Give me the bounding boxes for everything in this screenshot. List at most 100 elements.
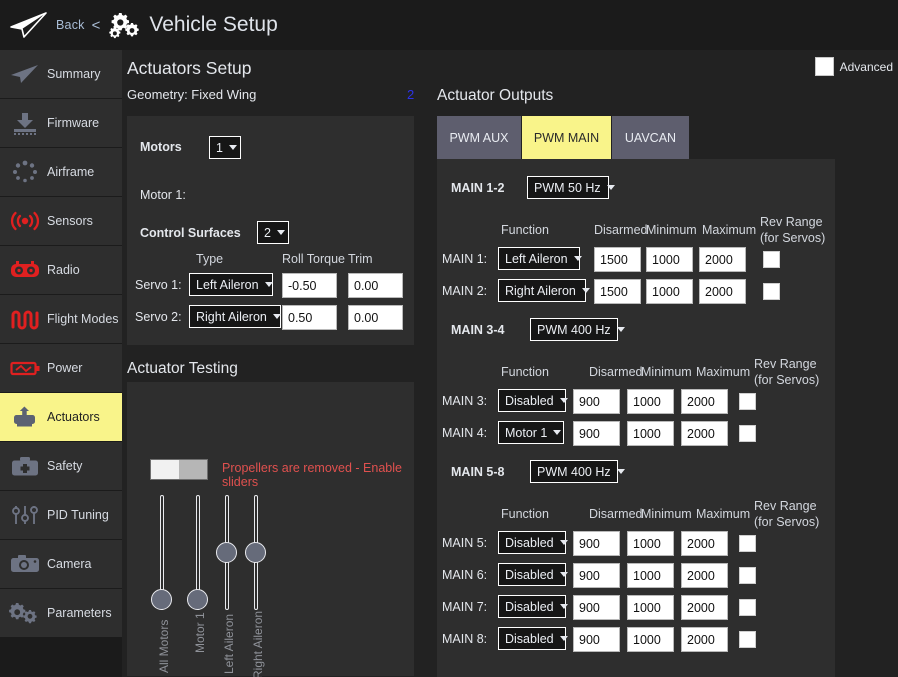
propellers-warning-text: Propellers are removed - Enable sliders	[222, 461, 414, 489]
geometry-panel: Motors 1 Motor 1: Control Surfaces 2 Typ…	[127, 116, 414, 345]
disarmed-input-main-6[interactable]: 900	[573, 563, 620, 588]
servo-1-trim-input[interactable]: 0.00	[348, 273, 403, 298]
rev-range-checkbox-main-5[interactable]	[739, 535, 756, 552]
rev-range-checkbox-main-3[interactable]	[739, 393, 756, 410]
function-dropdown-main-6[interactable]: Disabled	[498, 563, 566, 586]
servo-2-roll-torque-value: 0.50	[288, 311, 312, 325]
rev-range-checkbox-main-6[interactable]	[739, 567, 756, 584]
slider-all-motors[interactable]	[151, 495, 173, 610]
maximum-input-main-5[interactable]: 2000	[681, 531, 728, 556]
minimum-input-main-7[interactable]: 1000	[627, 595, 674, 620]
sidebar-item-summary[interactable]: Summary	[0, 50, 122, 98]
group-rate-value: PWM 400 Hz	[537, 323, 611, 337]
maximum-input-main-7[interactable]: 2000	[681, 595, 728, 620]
minimum-input-main-5[interactable]: 1000	[627, 531, 674, 556]
rev-range-checkbox-main-7[interactable]	[739, 599, 756, 616]
control-surfaces-count-dropdown[interactable]: 2	[257, 221, 289, 244]
slider-handle[interactable]	[151, 589, 172, 610]
servo-2-trim-input[interactable]: 0.00	[348, 305, 403, 330]
slider-right-aileron[interactable]	[245, 495, 267, 610]
minimum-input-main-2[interactable]: 1000	[646, 279, 693, 304]
function-dropdown-main-5[interactable]: Disabled	[498, 531, 566, 554]
disarmed-input-main-3[interactable]: 900	[573, 389, 620, 414]
function-dropdown-main-3[interactable]: Disabled	[498, 389, 566, 412]
sidebar-item-label: PID Tuning	[47, 508, 109, 522]
minimum-input-main-3[interactable]: 1000	[627, 389, 674, 414]
tab-pwm-aux[interactable]: PWM AUX	[437, 116, 521, 159]
geometry-label: Geometry: Fixed Wing	[127, 87, 256, 102]
servo-1-roll-torque-input[interactable]: -0.50	[282, 273, 337, 298]
sidebar-item-firmware[interactable]: Firmware	[0, 99, 122, 147]
actuator-testing-panel: Propellers are removed - Enable sliders …	[127, 382, 414, 676]
disarmed-input-main-8[interactable]: 900	[573, 627, 620, 652]
sidebar-item-parameters[interactable]: Parameters	[0, 589, 122, 637]
advanced-checkbox[interactable]: Advanced	[815, 57, 893, 76]
paper-plane-icon	[3, 54, 47, 94]
maximum-input-main-8[interactable]: 2000	[681, 627, 728, 652]
motors-count-dropdown[interactable]: 1	[209, 136, 241, 159]
sidebar-item-safety[interactable]: Safety	[0, 442, 122, 490]
function-value: Disabled	[505, 600, 554, 614]
rev-range-checkbox-main-4[interactable]	[739, 425, 756, 442]
airframe-icon	[3, 152, 47, 192]
sidebar-item-airframe[interactable]: Airframe	[0, 148, 122, 196]
servo-2-roll-torque-input[interactable]: 0.50	[282, 305, 337, 330]
radio-icon	[3, 250, 47, 290]
sidebar-item-radio[interactable]: Radio	[0, 246, 122, 294]
back-button-label[interactable]: Back	[56, 18, 85, 32]
rev-range-checkbox-main-8[interactable]	[739, 631, 756, 648]
minimum-input-main-4[interactable]: 1000	[627, 421, 674, 446]
tab-uavcan[interactable]: UAVCAN	[612, 116, 689, 159]
sidebar-item-sensors[interactable]: Sensors	[0, 197, 122, 245]
sidebar-item-power[interactable]: Power	[0, 344, 122, 392]
slider-left-aileron[interactable]	[216, 495, 238, 610]
maximum-input-main-4[interactable]: 2000	[681, 421, 728, 446]
servo-2-type-dropdown[interactable]: Right Aileron	[189, 305, 281, 328]
row-label-main-8: MAIN 8:	[442, 632, 487, 646]
sidebar: Summary Firmware	[0, 50, 122, 677]
rev-range-checkbox-main-2[interactable]	[763, 283, 780, 300]
disarmed-input-main-4[interactable]: 900	[573, 421, 620, 446]
slider-handle[interactable]	[245, 542, 266, 563]
sidebar-item-label: Sensors	[47, 214, 93, 228]
sidebar-item-actuators[interactable]: Actuators	[0, 393, 122, 441]
disarmed-input-main-1[interactable]: 1500	[594, 247, 641, 272]
minimum-input-main-1[interactable]: 1000	[646, 247, 693, 272]
function-dropdown-main-2[interactable]: Right Aileron	[498, 279, 586, 302]
minimum-input-main-8[interactable]: 1000	[627, 627, 674, 652]
slider-label-all-motors: All Motors	[157, 620, 171, 673]
group-rate-dropdown-main-3-4[interactable]: PWM 400 Hz	[530, 318, 618, 341]
maximum-input-main-2[interactable]: 2000	[699, 279, 746, 304]
function-dropdown-main-4[interactable]: Motor 1	[498, 421, 564, 444]
rev-range-checkbox-main-1[interactable]	[763, 251, 780, 268]
function-dropdown-main-7[interactable]: Disabled	[498, 595, 566, 618]
maximum-input-main-1[interactable]: 2000	[699, 247, 746, 272]
function-dropdown-main-1[interactable]: Left Aileron	[498, 247, 580, 270]
row-label-main-2: MAIN 2:	[442, 284, 487, 298]
tab-pwm-main[interactable]: PWM MAIN	[522, 116, 611, 159]
slider-motor-1[interactable]	[187, 495, 209, 610]
column-header-disarmed: Disarmed	[589, 507, 643, 521]
maximum-input-main-3[interactable]: 2000	[681, 389, 728, 414]
advanced-checkbox-box[interactable]	[815, 57, 834, 76]
slider-handle[interactable]	[216, 542, 237, 563]
minimum-input-main-6[interactable]: 1000	[627, 563, 674, 588]
enable-sliders-toggle[interactable]	[150, 459, 208, 480]
sidebar-item-flight-modes[interactable]: Flight Modes	[0, 295, 122, 343]
control-surfaces-label: Control Surfaces	[140, 226, 241, 240]
disarmed-input-main-7[interactable]: 900	[573, 595, 620, 620]
maximum-value: 2000	[687, 537, 715, 551]
function-dropdown-main-8[interactable]: Disabled	[498, 627, 566, 650]
back-chevron-icon[interactable]: <	[92, 17, 101, 34]
servo-1-type-dropdown[interactable]: Left Aileron	[189, 273, 273, 296]
maximum-input-main-6[interactable]: 2000	[681, 563, 728, 588]
disarmed-input-main-5[interactable]: 900	[573, 531, 620, 556]
group-rate-dropdown-main-1-2[interactable]: PWM 50 Hz	[527, 176, 609, 199]
sidebar-item-pid-tuning[interactable]: PID Tuning	[0, 491, 122, 539]
chevron-down-icon	[560, 398, 568, 403]
group-rate-dropdown-main-5-8[interactable]: PWM 400 Hz	[530, 460, 618, 483]
camera-icon	[3, 544, 47, 584]
slider-handle[interactable]	[187, 589, 208, 610]
sidebar-item-camera[interactable]: Camera	[0, 540, 122, 588]
disarmed-input-main-2[interactable]: 1500	[594, 279, 641, 304]
